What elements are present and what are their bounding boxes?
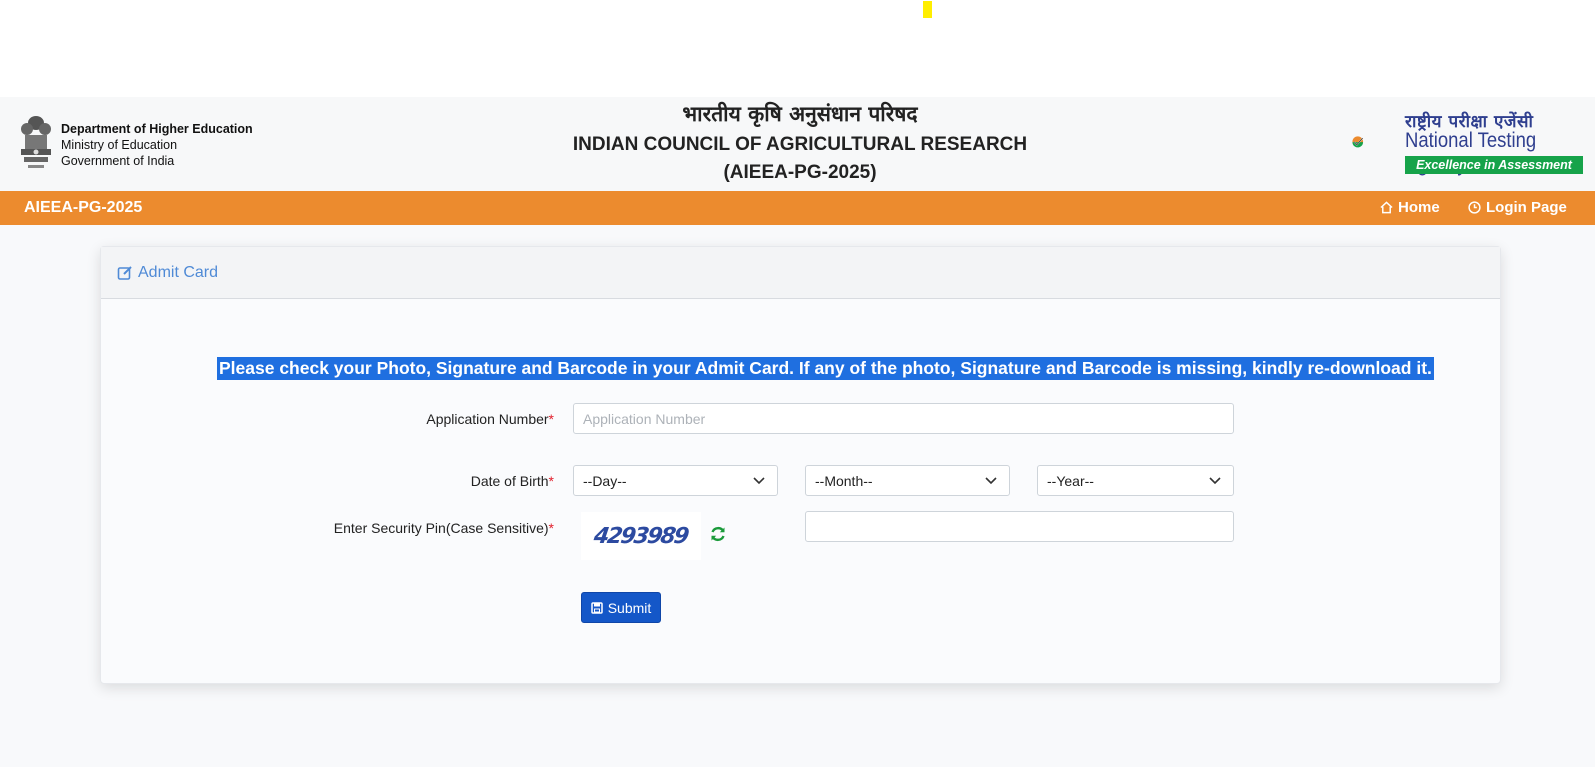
dept-name: Department of Higher Education [61, 122, 253, 136]
government-name: Government of India [61, 154, 175, 168]
nta-tagline: Excellence in Assessment [1405, 156, 1583, 174]
captcha-text: 4293989 [592, 523, 690, 549]
navbar-brand[interactable]: AIEEA-PG-2025 [24, 199, 142, 217]
security-pin-input[interactable] [805, 511, 1234, 542]
year-select[interactable]: --Year-- [1037, 465, 1234, 496]
national-emblem-icon [21, 116, 51, 168]
top-navbar: AIEEA-PG-2025 Home Login Page [0, 191, 1595, 225]
date-of-birth-label: Date of Birth* [470, 473, 554, 489]
clock-icon [1468, 201, 1481, 214]
application-number-label: Application Number* [426, 411, 554, 427]
refresh-icon[interactable] [709, 525, 727, 543]
ministry-name: Ministry of Education [61, 138, 178, 152]
nta-logo-icon [1352, 136, 1364, 148]
save-icon [590, 601, 603, 614]
yellow-marker [923, 1, 932, 18]
card-header: Admit Card [101, 247, 1500, 299]
home-link[interactable]: Home [1380, 199, 1440, 216]
login-page-link[interactable]: Login Page [1468, 199, 1567, 216]
instruction-notice: Please check your Photo, Signature and B… [217, 357, 1434, 380]
submit-button[interactable]: Submit [581, 592, 661, 623]
top-blank-area [0, 0, 1595, 97]
title-hindi: भारतीय कृषि अनुसंधान परिषद [682, 102, 918, 126]
home-icon [1380, 201, 1393, 214]
login-page-label: Login Page [1486, 199, 1567, 216]
card-title: Admit Card [138, 263, 219, 281]
day-select-value: --Day-- [583, 472, 627, 489]
admit-card-panel: Admit Card Please check your Photo, Sign… [100, 246, 1501, 684]
chevron-down-icon [985, 476, 997, 484]
edit-icon [117, 265, 132, 280]
page-title: भारतीय कृषि अनुसंधान परिषद INDIAN COUNCI… [540, 101, 1060, 187]
department-block: Department of Higher Education Ministry … [61, 121, 253, 169]
chevron-down-icon [1209, 476, 1221, 484]
day-select[interactable]: --Day-- [573, 465, 778, 496]
title-english: INDIAN COUNCIL OF AGRICULTURAL RESEARCH … [572, 134, 1028, 183]
chevron-down-icon [753, 476, 765, 484]
home-label: Home [1398, 199, 1440, 216]
month-select[interactable]: --Month-- [805, 465, 1010, 496]
site-header: Department of Higher Education Ministry … [0, 97, 1595, 191]
year-select-value: --Year-- [1047, 472, 1094, 489]
month-select-value: --Month-- [815, 472, 873, 489]
main-content: Admit Card Please check your Photo, Sign… [0, 225, 1595, 767]
captcha-image: 4293989 [581, 512, 701, 560]
security-pin-label: Enter Security Pin(Case Sensitive)* [333, 520, 554, 536]
application-number-input[interactable]: Application Number [573, 403, 1234, 434]
submit-label: Submit [607, 599, 652, 616]
